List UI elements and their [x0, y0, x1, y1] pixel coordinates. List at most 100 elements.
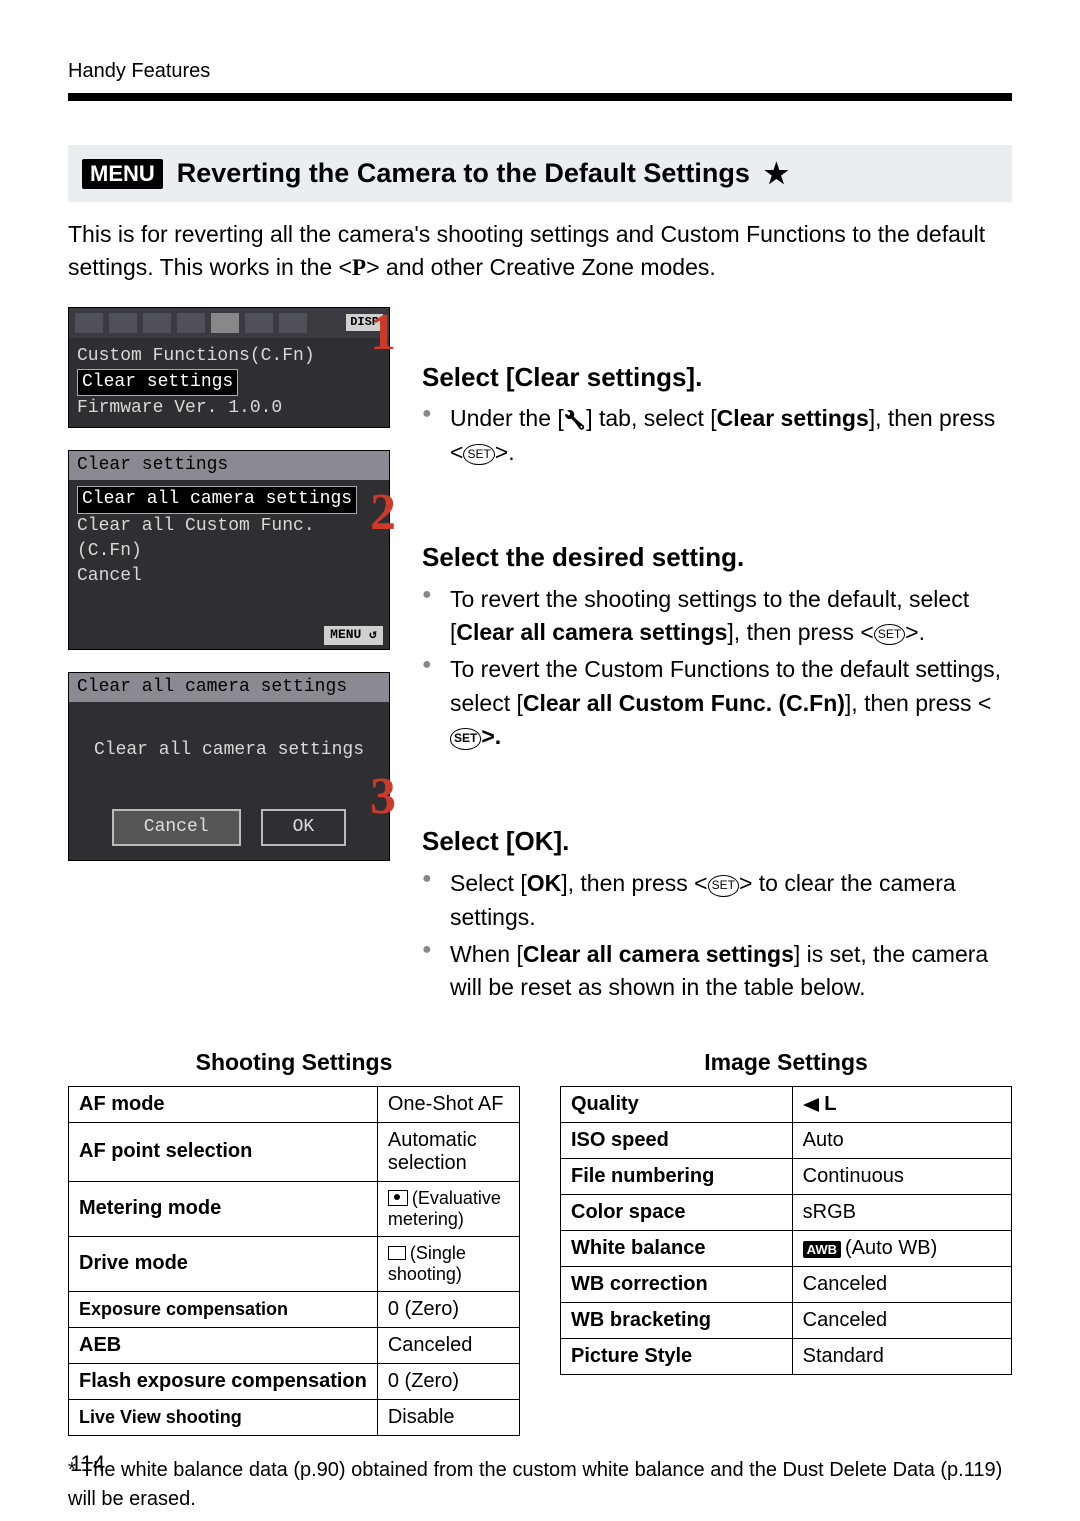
- menu-item-selected: Clear all camera settings: [77, 486, 357, 513]
- section-header: Handy Features: [68, 60, 1012, 83]
- cell: Quality: [561, 1086, 793, 1122]
- cell: (Evaluative metering): [377, 1181, 519, 1236]
- t: Clear settings: [717, 405, 869, 431]
- cell: ISO speed: [561, 1122, 793, 1158]
- menu-back-badge: MENU ↺: [324, 626, 383, 644]
- wrench-icon: [564, 405, 586, 431]
- footnote: * The white balance data (p.90) obtained…: [68, 1456, 1012, 1514]
- set-icon: SET: [450, 728, 481, 749]
- cell: Canceled: [792, 1266, 1011, 1302]
- shooting-settings-table: AF modeOne-Shot AF AF point selectionAut…: [68, 1086, 520, 1436]
- cell: AWB(Auto WB): [792, 1230, 1011, 1266]
- cell: Metering mode: [69, 1181, 378, 1236]
- set-icon: SET: [463, 444, 494, 465]
- cell: Continuous: [792, 1158, 1011, 1194]
- camera-screenshot-1: DISP Custom Functions(C.Fn) Clear settin…: [68, 307, 390, 429]
- cell: Auto: [792, 1122, 1011, 1158]
- set-icon: SET: [874, 624, 905, 645]
- set-icon: SET: [708, 875, 739, 896]
- lead-paragraph: This is for reverting all the camera's s…: [68, 218, 1012, 285]
- step-number: 2: [370, 487, 410, 539]
- t: Under the [: [450, 405, 564, 431]
- cell: Drive mode: [69, 1236, 378, 1291]
- menu-item: Firmware Ver. 1.0.0: [77, 396, 381, 421]
- bullet: Select [OK], then press <SET> to clear t…: [422, 867, 1012, 934]
- step-heading: Select [OK].: [422, 823, 1012, 861]
- step-1: 1 Select [Clear settings]. Under the [] …: [420, 307, 1012, 469]
- menu-item: Custom Functions(C.Fn): [77, 344, 381, 369]
- camera-screenshot-2: Clear settings Clear all camera settings…: [68, 450, 390, 649]
- tab-icon: [245, 313, 273, 333]
- camera-screenshot-3: Clear all camera settings Clear all came…: [68, 672, 390, 862]
- t: Clear all Custom Func. (C.Fn): [523, 690, 845, 716]
- cell: AEB: [69, 1327, 378, 1363]
- tab-icon: [143, 313, 171, 333]
- cell: Disable: [377, 1399, 519, 1435]
- step-heading: Select [Clear settings].: [422, 359, 1012, 397]
- step-3: 3 Select [OK]. Select [OK], then press <…: [420, 771, 1012, 1004]
- t: L: [824, 1093, 836, 1115]
- cell: One-Shot AF: [377, 1086, 519, 1122]
- t: >.: [495, 439, 515, 465]
- cell: WB bracketing: [561, 1302, 793, 1338]
- table-title-shooting: Shooting Settings: [68, 1049, 520, 1076]
- table-title-image: Image Settings: [560, 1049, 1012, 1076]
- rule: [68, 93, 1012, 101]
- cell: Color space: [561, 1194, 793, 1230]
- quality-icon: [803, 1098, 819, 1112]
- cell: Live View shooting: [69, 1399, 378, 1435]
- tab-icon: [75, 313, 103, 333]
- cell: File numbering: [561, 1158, 793, 1194]
- t: (Auto WB): [845, 1237, 937, 1259]
- tab-icon: [109, 313, 137, 333]
- screen-title: Clear all camera settings: [69, 673, 389, 702]
- bullet: To revert the Custom Functions to the de…: [422, 653, 1012, 753]
- lead-b: > and other Creative Zone modes.: [366, 254, 716, 280]
- metering-icon: [388, 1190, 408, 1206]
- cell: 0 (Zero): [377, 1363, 519, 1399]
- step-2: 2 Select the desired setting. To revert …: [420, 487, 1012, 753]
- cell: WB correction: [561, 1266, 793, 1302]
- t: ], then press <: [561, 870, 707, 896]
- tab-icon: [279, 313, 307, 333]
- cell: Canceled: [792, 1302, 1011, 1338]
- page-title: Reverting the Camera to the Default Sett…: [177, 158, 750, 189]
- cell: White balance: [561, 1230, 793, 1266]
- t: Clear all camera settings: [456, 619, 727, 645]
- t: >.: [481, 723, 501, 749]
- t: ], then press <: [727, 619, 873, 645]
- image-settings-table: Quality L ISO speedAuto File numberingCo…: [560, 1086, 1012, 1375]
- single-shot-icon: [388, 1246, 406, 1260]
- t: ] tab, select [: [586, 405, 716, 431]
- bullet: To revert the shooting settings to the d…: [422, 583, 1012, 650]
- cell: Canceled: [377, 1327, 519, 1363]
- cell: (Single shooting): [377, 1236, 519, 1291]
- cell: L: [792, 1086, 1011, 1122]
- tab-icon: [177, 313, 205, 333]
- cell: 0 (Zero): [377, 1291, 519, 1327]
- cell: sRGB: [792, 1194, 1011, 1230]
- t: Clear all camera settings: [523, 941, 794, 967]
- t: >.: [905, 619, 925, 645]
- menu-item: Clear all Custom Func. (C.Fn): [77, 514, 381, 564]
- menu-item: Cancel: [77, 564, 381, 589]
- bullet-arrow: When [Clear all camera settings] is set,…: [422, 938, 1012, 1005]
- ok-button: OK: [261, 809, 347, 846]
- t: OK: [527, 870, 562, 896]
- step-number: 3: [370, 771, 410, 823]
- menu-badge: MENU: [82, 159, 163, 189]
- cell: Standard: [792, 1338, 1011, 1374]
- step-heading: Select the desired setting.: [422, 539, 1012, 577]
- page-number: 114: [70, 1451, 105, 1477]
- cell: Picture Style: [561, 1338, 793, 1374]
- menu-item-selected: Clear settings: [77, 369, 238, 396]
- tab-strip: DISP: [69, 308, 389, 338]
- cell: Exposure compensation: [69, 1291, 378, 1327]
- bullet: Under the [ ] tab, select [Clear settings…: [422, 402, 1012, 469]
- awb-icon: AWB: [803, 1241, 841, 1258]
- star-icon: ★: [764, 157, 789, 190]
- title-row: MENU Reverting the Camera to the Default…: [68, 145, 1012, 202]
- tab-icon: [211, 313, 239, 333]
- cancel-button: Cancel: [112, 809, 241, 846]
- cell: Automatic selection: [377, 1122, 519, 1181]
